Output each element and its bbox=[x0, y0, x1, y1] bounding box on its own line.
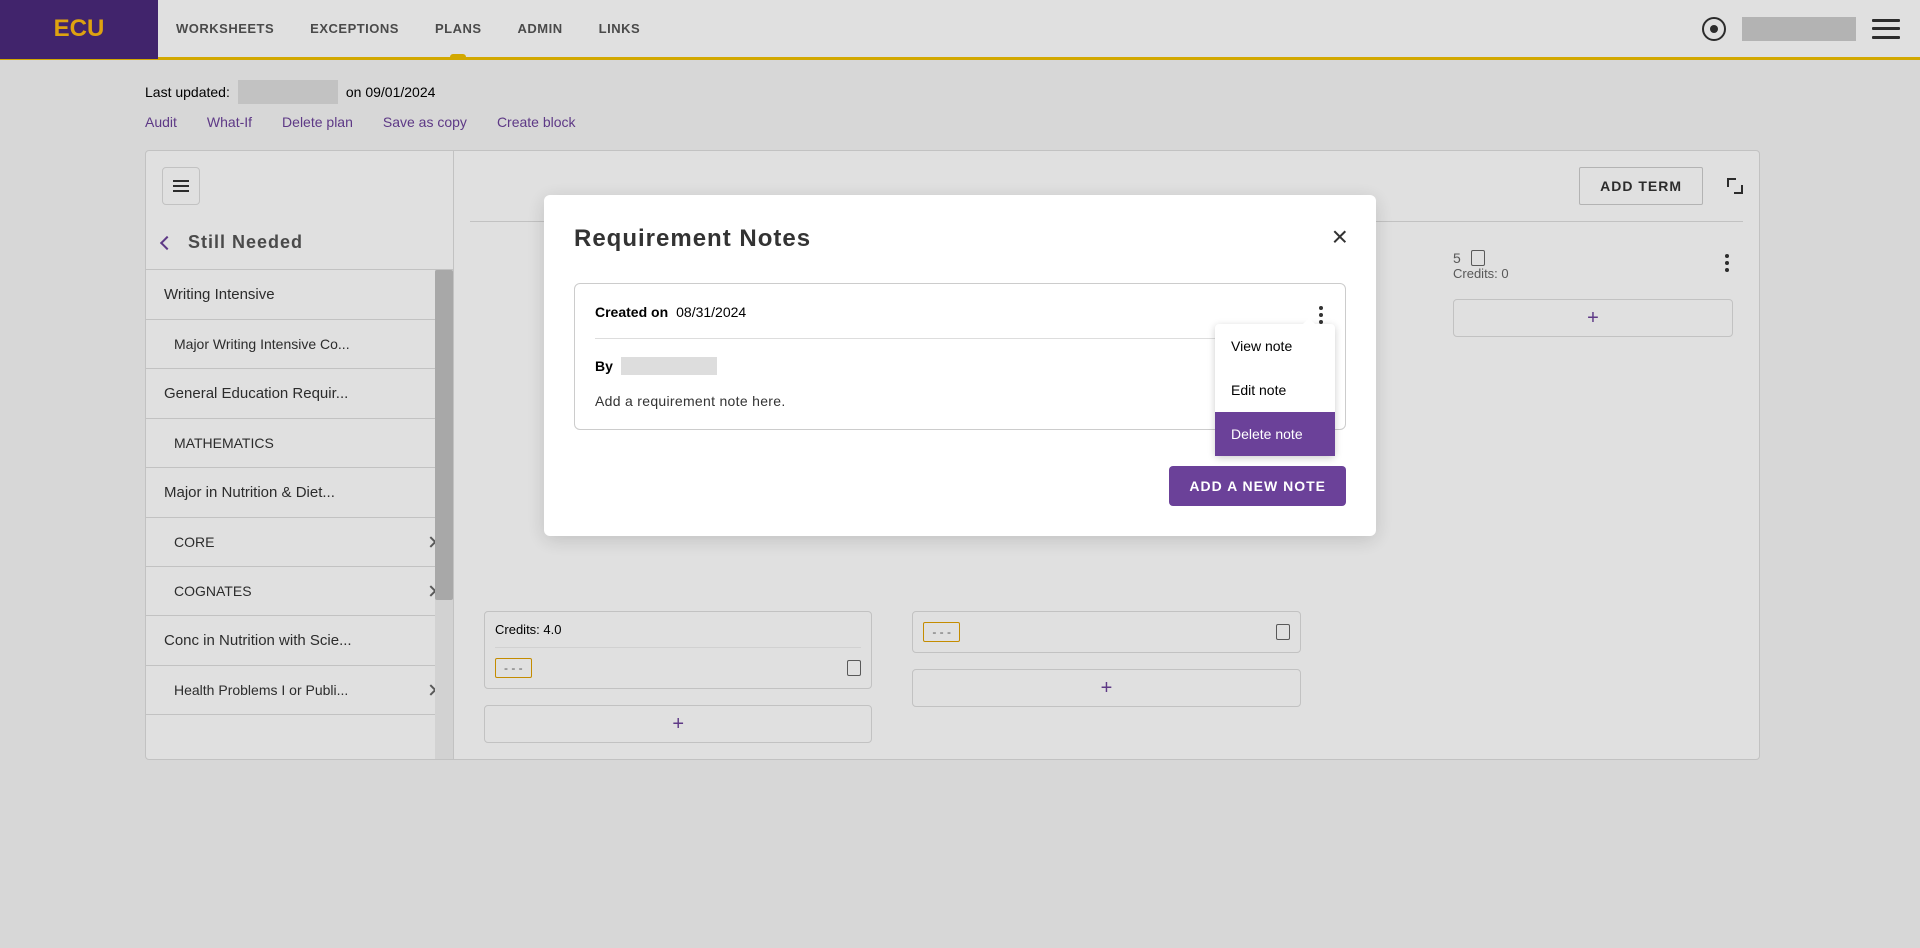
note-created-row: Created on 08/31/2024 bbox=[595, 304, 1325, 320]
note-card: Created on 08/31/2024 View note Edit not… bbox=[574, 283, 1346, 430]
by-label: By bbox=[595, 358, 613, 374]
note-dropdown-menu: View note Edit note Delete note bbox=[1215, 324, 1335, 456]
dropdown-delete-note[interactable]: Delete note bbox=[1215, 412, 1335, 456]
dropdown-edit-note[interactable]: Edit note bbox=[1215, 368, 1335, 412]
requirement-notes-modal: Requirement Notes × Created on 08/31/202… bbox=[544, 195, 1376, 536]
modal-overlay: Requirement Notes × Created on 08/31/202… bbox=[0, 0, 1920, 948]
modal-title: Requirement Notes bbox=[574, 225, 1346, 253]
dropdown-view-note[interactable]: View note bbox=[1215, 324, 1335, 368]
created-label: Created on bbox=[595, 304, 668, 320]
modal-close-icon[interactable]: × bbox=[1332, 223, 1348, 251]
note-author-redacted bbox=[621, 357, 717, 375]
created-date: 08/31/2024 bbox=[676, 304, 746, 320]
add-new-note-button[interactable]: ADD A NEW NOTE bbox=[1169, 466, 1346, 506]
